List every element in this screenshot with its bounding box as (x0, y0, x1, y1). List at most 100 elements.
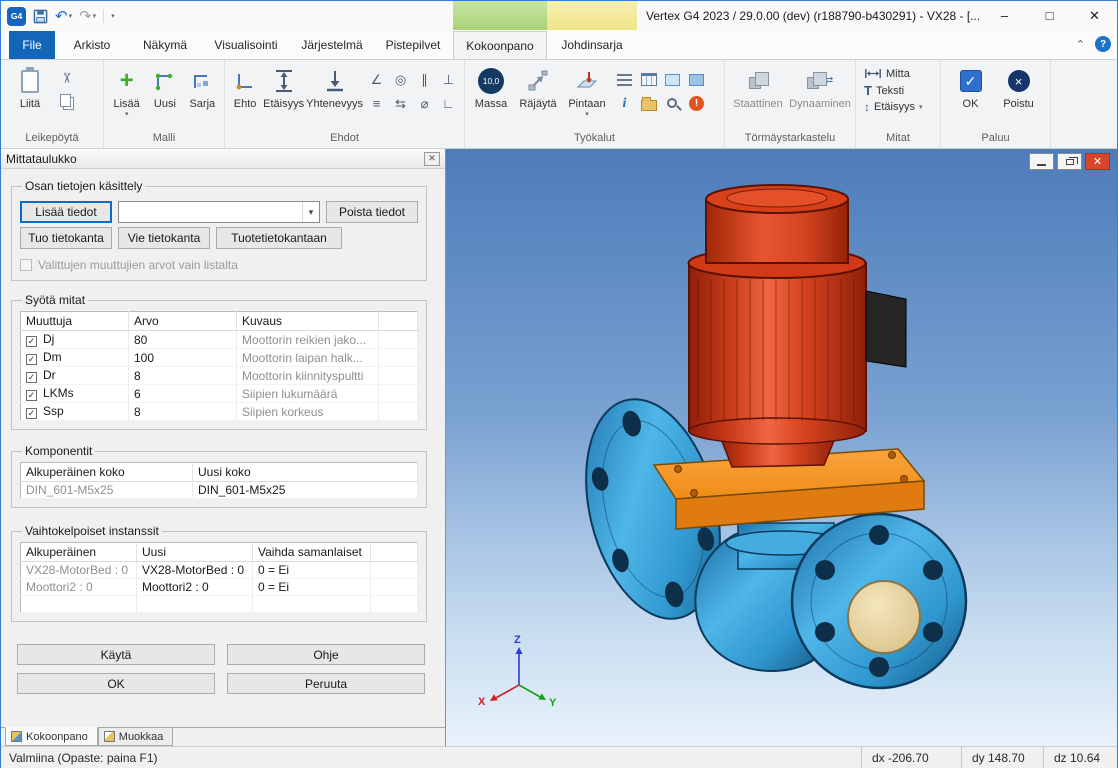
dynamic-collision-button[interactable]: ⇄ Dynaaminen (789, 64, 851, 110)
dimension-row[interactable]: ✓Dj 80 Moottorin reikien jako... (21, 331, 418, 349)
help-dialog-button[interactable]: Ohje (227, 644, 425, 665)
mass-button[interactable]: 10,0 Massa (469, 64, 513, 110)
data-combobox-input[interactable] (119, 202, 302, 222)
values-from-list-checkbox[interactable] (20, 259, 32, 271)
dimension-row[interactable]: ✓Dr 8 Moottorin kiinnityspultti (21, 367, 418, 385)
save-button[interactable] (33, 9, 48, 24)
coincident-constraint-button[interactable]: ≡ (365, 92, 388, 115)
undo-button[interactable]: ↶▾ (55, 9, 72, 24)
series-button[interactable]: Sarja (185, 64, 220, 110)
new-instance-cell[interactable]: Moottori2 : 0 (137, 579, 253, 596)
replace-same-cell[interactable]: 0 = Ei (253, 562, 371, 579)
remove-data-button[interactable]: Poista tiedot (326, 201, 418, 223)
ok-dialog-button[interactable]: OK (17, 673, 215, 694)
explode-button[interactable]: Räjäytä (515, 64, 561, 110)
bottom-tab-kokoonpano[interactable]: Kokoonpano (5, 727, 98, 746)
new-size-cell[interactable]: DIN_601-M5x25 (193, 482, 418, 499)
tab-johdinsarja[interactable]: Johdinsarja (547, 31, 637, 59)
value-cell[interactable]: 8 (129, 367, 237, 385)
info-button[interactable]: i (613, 92, 636, 115)
doc-restore-button[interactable] (1057, 153, 1082, 170)
col-header-muuttuja[interactable]: Muuttuja (21, 312, 129, 331)
row-checkbox[interactable]: ✓ (26, 372, 37, 383)
minimize-button[interactable]: – (982, 1, 1027, 30)
qat-customize-button[interactable]: ▾ (111, 13, 115, 20)
bottom-tab-muokkaa[interactable]: Muokkaa (98, 728, 174, 746)
distance-constraint-button[interactable]: Etäisyys (263, 64, 304, 110)
right-angle-constraint-button[interactable]: ∟ (437, 92, 460, 115)
component-row[interactable]: DIN_601-M5x25 DIN_601-M5x25 (21, 482, 418, 499)
model-viewport[interactable]: Z X Y ✕ (446, 149, 1117, 746)
constraint-button[interactable]: Ehto (229, 64, 261, 110)
paste-button[interactable]: Liitä (5, 64, 55, 110)
add-component-button[interactable]: + Lisää ▾ (108, 64, 145, 118)
value-cell[interactable]: 80 (129, 331, 237, 349)
perpendicular-constraint-button[interactable]: ⊥ (437, 68, 460, 91)
ok-accept-button[interactable]: ✓ OK (953, 64, 989, 110)
angle-constraint-button[interactable]: ∠ (365, 68, 388, 91)
col-header-original[interactable]: Alkuperäinen (21, 543, 137, 562)
panel-close-button[interactable]: ✕ (424, 152, 440, 166)
apply-button[interactable]: Käytä (17, 644, 215, 665)
row-checkbox[interactable]: ✓ (26, 336, 37, 347)
dimension-row[interactable]: ✓Dm 100 Moottorin laipan halk... (21, 349, 418, 367)
swap-constraint-button[interactable]: ⇆ (389, 92, 412, 115)
panel-view-alt-button[interactable] (685, 68, 708, 91)
copy-button[interactable] (57, 92, 77, 112)
diameter-constraint-button[interactable]: ⌀ (413, 92, 436, 115)
text-annotation-button[interactable]: T Teksti (864, 83, 922, 98)
dimension-button[interactable]: Mitta (864, 67, 922, 80)
tab-jarjestelma[interactable]: Järjestelmä (291, 31, 373, 59)
exit-button[interactable]: × Poistu (999, 64, 1039, 110)
viewport-canvas[interactable]: Z X Y (446, 149, 1117, 746)
cut-button[interactable]: ✂ (57, 68, 77, 88)
cancel-button[interactable]: Peruuta (227, 673, 425, 694)
tab-pistepilvet[interactable]: Pistepilvet (373, 31, 453, 59)
tab-kokoonpano[interactable]: Kokoonpano (453, 31, 547, 59)
value-cell[interactable]: 8 (129, 403, 237, 421)
close-button[interactable]: ✕ (1072, 1, 1117, 30)
panel-view-button[interactable] (661, 68, 684, 91)
numbered-list-button[interactable] (613, 68, 636, 91)
open-folder-button[interactable] (637, 92, 660, 115)
product-database-button[interactable]: Tuotetietokantaan (216, 227, 342, 249)
new-instance-cell[interactable]: VX28-MotorBed : 0 (137, 562, 253, 579)
replace-same-cell[interactable]: 0 = Ei (253, 579, 371, 596)
col-header-new[interactable]: Uusi (137, 543, 253, 562)
col-header-replace-same[interactable]: Vaihda samanlaiset (253, 543, 371, 562)
export-database-button[interactable]: Vie tietokanta (118, 227, 210, 249)
new-part-button[interactable]: Uusi (147, 64, 182, 110)
tab-nakyma[interactable]: Näkymä (129, 31, 201, 59)
col-header-arvo[interactable]: Arvo (129, 312, 237, 331)
row-checkbox[interactable]: ✓ (26, 408, 37, 419)
parallel-constraint-button[interactable]: ∥ (413, 68, 436, 91)
to-surface-button[interactable]: Pintaan ▾ (563, 64, 611, 118)
tab-file[interactable]: File (9, 31, 55, 59)
redo-button[interactable]: ↷▾ (79, 9, 96, 24)
maximize-button[interactable]: □ (1027, 1, 1072, 30)
help-button[interactable]: ? (1095, 36, 1111, 52)
doc-minimize-button[interactable] (1029, 153, 1054, 170)
add-data-button[interactable]: Lisää tiedot (20, 201, 112, 223)
coincidence-button[interactable]: Yhtenevyys (306, 64, 363, 110)
tab-visualisointi[interactable]: Visualisointi (201, 31, 291, 59)
pump-assembly-model[interactable] (565, 185, 966, 688)
doc-close-button[interactable]: ✕ (1085, 153, 1110, 170)
table-view-button[interactable] (637, 68, 660, 91)
static-collision-button[interactable]: Staattinen (729, 64, 787, 110)
import-database-button[interactable]: Tuo tietokanta (20, 227, 112, 249)
measure-distance-button[interactable]: ↕ Etäisyys ▾ (864, 101, 922, 113)
instance-row[interactable]: Moottori2 : 0 Moottori2 : 0 0 = Ei (21, 579, 418, 596)
warning-button[interactable]: ! (685, 92, 708, 115)
instance-row[interactable]: VX28-MotorBed : 0 VX28-MotorBed : 0 0 = … (21, 562, 418, 579)
value-cell[interactable]: 6 (129, 385, 237, 403)
concentric-constraint-button[interactable]: ◎ (389, 68, 412, 91)
col-header-original-size[interactable]: Alkuperäinen koko (21, 463, 193, 482)
ribbon-collapse-button[interactable]: ⌃ (1076, 38, 1085, 51)
dimension-row[interactable]: ✓LKMs 6 Siipien lukumäärä (21, 385, 418, 403)
data-combobox[interactable]: ▾ (118, 201, 320, 223)
dimension-row[interactable]: ✓Ssp 8 Siipien korkeus (21, 403, 418, 421)
col-header-kuvaus[interactable]: Kuvaus (237, 312, 379, 331)
value-cell[interactable]: 100 (129, 349, 237, 367)
zoom-search-button[interactable] (661, 92, 684, 115)
